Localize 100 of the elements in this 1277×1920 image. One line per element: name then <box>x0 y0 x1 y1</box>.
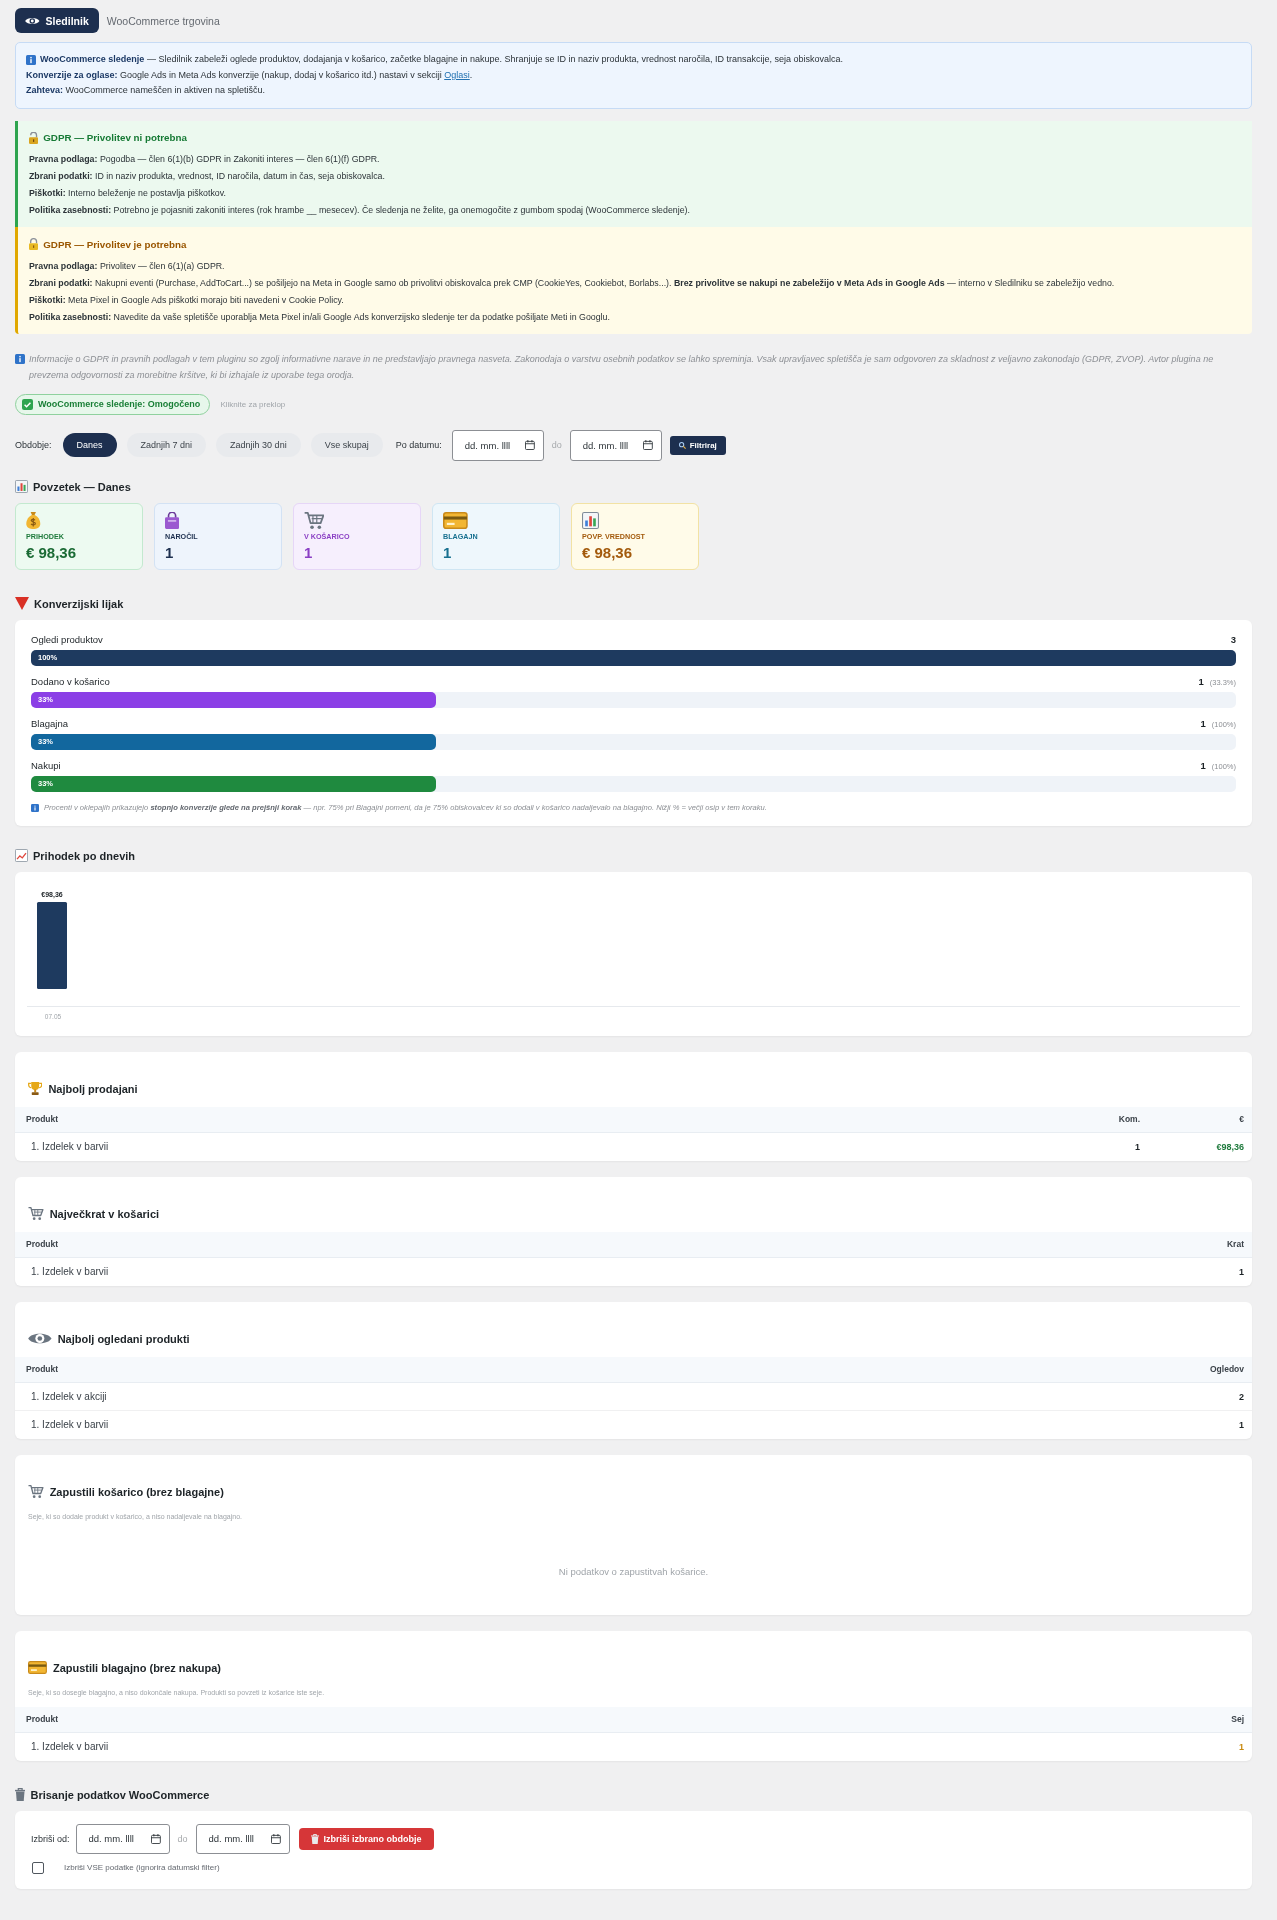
column-header: € <box>1148 1106 1252 1133</box>
step-count: 3 <box>1230 634 1236 645</box>
calendar-icon <box>270 1833 281 1844</box>
card-title: Najbolj prodajani <box>48 1082 138 1095</box>
notice-text: Piškotki: Meta Pixel in Google Ads piškotki morajo biti navedeni v Cookie Policy. <box>29 293 345 307</box>
delete-from-label: Izbriši od: <box>31 1833 70 1844</box>
card-title: Največkrat v košarici <box>49 1207 160 1220</box>
table-cell: 1. Izdelek v akciji <box>15 1382 1148 1411</box>
date-to-field[interactable]: dd. mm. llll <box>569 429 662 461</box>
delete-all-label: Izbriši VSE podatke (ignorira datumski filter) <box>64 1863 220 1872</box>
column-header: Produkt <box>15 1231 1148 1258</box>
step-count: 1 <box>1200 760 1206 771</box>
delete-from-field[interactable]: dd. mm. llll <box>75 1823 170 1854</box>
column-header: Ogledov <box>1148 1356 1252 1383</box>
section-heading: Konverzijski lijak <box>34 597 124 610</box>
table-cell: 1 <box>1148 1257 1252 1286</box>
notice-text: Pravna podlaga: Pogodba — člen 6(1)(b) GDPR in Zakoniti interes — člen 6(1)(f) GDPR. <box>29 153 381 166</box>
table-cell: 1 <box>1148 1732 1252 1761</box>
notice-title: GDPR — Privolitev ni potrebna <box>43 132 187 143</box>
info-text: Zahteva: WooCommerce nameščen in aktiven na spletišču. <box>26 84 266 97</box>
table-cell: 1. Izdelek v barvii <box>15 1132 1044 1161</box>
period-option[interactable]: Danes <box>62 433 117 457</box>
step-count: 1 <box>1198 676 1204 687</box>
step-label: Ogledi produktov <box>31 634 103 645</box>
date-separator: do <box>177 1833 188 1844</box>
period-label: Obdobje: <box>15 440 52 450</box>
card-title: Zapustili košarico (brez blagajne) <box>49 1485 224 1498</box>
column-header: Krat <box>1148 1231 1252 1258</box>
period-option[interactable]: Vse skupaj <box>310 433 383 457</box>
cart-icon <box>304 511 325 529</box>
date-from-field[interactable]: dd. mm. llll <box>451 429 544 461</box>
stat-value: 1 <box>443 543 453 562</box>
step-label: Nakupi <box>31 760 61 771</box>
period-option[interactable]: Zadnjih 7 dni <box>126 433 207 457</box>
unlocked-padlock-icon <box>29 131 39 144</box>
checkbox-icon <box>22 398 33 410</box>
card-title: Zapustili blagajno (brez nakupa) <box>52 1661 221 1674</box>
disclaimer-text: Informacije o GDPR in pravnih podlagah v tem pluginu so zgolj informativne narave in ne predstavljajo pravnega nasveta. Zakonodaja o varstvu osebnih podatkov se lahko spreminja. Vsak upravljavec spletišča je sam odgovoren za skladnost z veljavno zakonodajo (GDPR, ZVOP). Avtor plugina ne prevzema odgovornosti za morebitne kršitve, ki bi izhajale iz uporabe tega orodja. <box>29 352 1215 382</box>
tracking-toggle[interactable]: WooCommerce sledenje: Omogočeno <box>15 393 211 415</box>
notice-text: Zbrani podatki: Nakupni eventi (Purchase, AddToCart...) se pošiljejo na Meta in Google samo ob privolitvi obiskovalca prek CMP (CookieYes, Cookiebot, Borlabs...). Brez privolitve se nakupi ne zabeležijo v Meta Ads in Google Ads — interno v Sledilniku se zabeležijo vedno. <box>29 276 1116 290</box>
delete-button[interactable]: Izbriši izbrano obdobje <box>298 1827 434 1850</box>
stat-value: € 98,36 <box>582 543 634 562</box>
date-label: Po datumu: <box>395 440 442 450</box>
notice-text: Pravna podlaga: Privolitev — člen 6(1)(a) GDPR. <box>29 259 226 273</box>
column-header: Sej <box>1148 1706 1252 1733</box>
triangle-icon <box>15 597 29 610</box>
trash-icon <box>310 1833 319 1844</box>
notice-text: Piškotki: Interno beleženje ne postavlja piškotkov. <box>29 187 227 200</box>
filter-button[interactable]: Filtriraj <box>669 435 726 455</box>
trash-icon <box>15 1788 26 1801</box>
notice-text: Zbrani podatki: ID in naziv produkta, vrednost, ID naročila, datum in čas, seja obiskovalca. <box>29 170 386 183</box>
notice-text: Politika zasebnosti: Potrebno je pojasniti zakoniti interes (rok hrambe __ mesecev). Če sledenja ne želite, ga onemogočite z gumbom spodaj (WooCommerce sledenje). <box>29 204 691 217</box>
delete-to-field[interactable]: dd. mm. llll <box>195 1823 290 1854</box>
padlock-icon <box>29 238 39 250</box>
table-cell: 1. Izdelek v barvii <box>15 1257 1148 1286</box>
table-cell: 1 <box>1044 1132 1148 1161</box>
calendar-icon <box>150 1833 161 1844</box>
empty-message: Ni podatkov o zapustitvah košarice. <box>557 1564 710 1579</box>
table-cell: €98,36 <box>1148 1132 1252 1161</box>
stat-value: 1 <box>304 543 314 562</box>
stat-value: 1 <box>165 543 175 562</box>
credit-card-icon <box>443 511 468 529</box>
stat-value: € 98,36 <box>26 543 78 562</box>
column-header: Produkt <box>15 1356 1148 1383</box>
date-separator: do <box>551 440 562 450</box>
table-cell: 1. Izdelek v barvii <box>15 1732 1148 1761</box>
info-text: WooCommerce sledenje — Sledilnik zabeleži oglede produktov, dodajanja v košarico, začetke blagajne in nakupe. Shranjuje se ID in naziv produkta, vrednost naročila, ID transakcije, seja obiskovalca. <box>40 53 844 66</box>
money-bag-icon <box>26 511 41 529</box>
notice-text: Politika zasebnosti: Navedite da vaše spletišče uporablja Meta Pixel in/ali Google Ads konverzijsko sledenje ter da podatke pošiljate Meti in Googlu. <box>29 310 611 324</box>
table-cell: 1 <box>1148 1410 1252 1439</box>
section-heading: Povzetek — Danes <box>33 480 131 493</box>
notice-title: GDPR — Privolitev je potrebna <box>43 238 187 250</box>
eye-icon <box>25 16 40 25</box>
toggle-hint: Kliknite za preklop <box>220 399 286 409</box>
store-name: WooCommerce trgovina <box>106 14 220 27</box>
card-title: Najbolj ogledani produkti <box>57 1332 190 1345</box>
bar-chart-icon <box>15 480 28 493</box>
bar-chart-icon <box>582 511 599 529</box>
eye-icon <box>28 1332 52 1345</box>
column-header: Produkt <box>15 1706 1148 1733</box>
calendar-icon <box>642 439 653 450</box>
info-icon <box>26 54 36 65</box>
delete-all-checkbox[interactable] <box>32 1861 44 1874</box>
line-chart-icon <box>15 849 28 862</box>
cart-icon <box>28 1485 44 1498</box>
app-title: Sledilnik <box>45 14 89 27</box>
table-cell: 1. Izdelek v barvii <box>15 1410 1148 1439</box>
info-icon <box>31 803 39 812</box>
step-label: Dodano v košarico <box>31 676 110 687</box>
section-heading: Brisanje podatkov WooCommerce <box>30 1788 210 1801</box>
cart-icon <box>28 1207 44 1220</box>
shopping-bag-icon <box>165 511 180 529</box>
column-header: Produkt <box>15 1106 1044 1133</box>
credit-card-icon <box>28 1661 47 1674</box>
period-option[interactable]: Zadnjih 30 dni <box>216 433 301 457</box>
calendar-icon <box>524 439 535 450</box>
trophy-icon <box>28 1082 43 1095</box>
step-count: 1 <box>1200 718 1206 729</box>
section-link[interactable]: Oglasi <box>444 69 470 80</box>
search-icon <box>678 441 686 449</box>
